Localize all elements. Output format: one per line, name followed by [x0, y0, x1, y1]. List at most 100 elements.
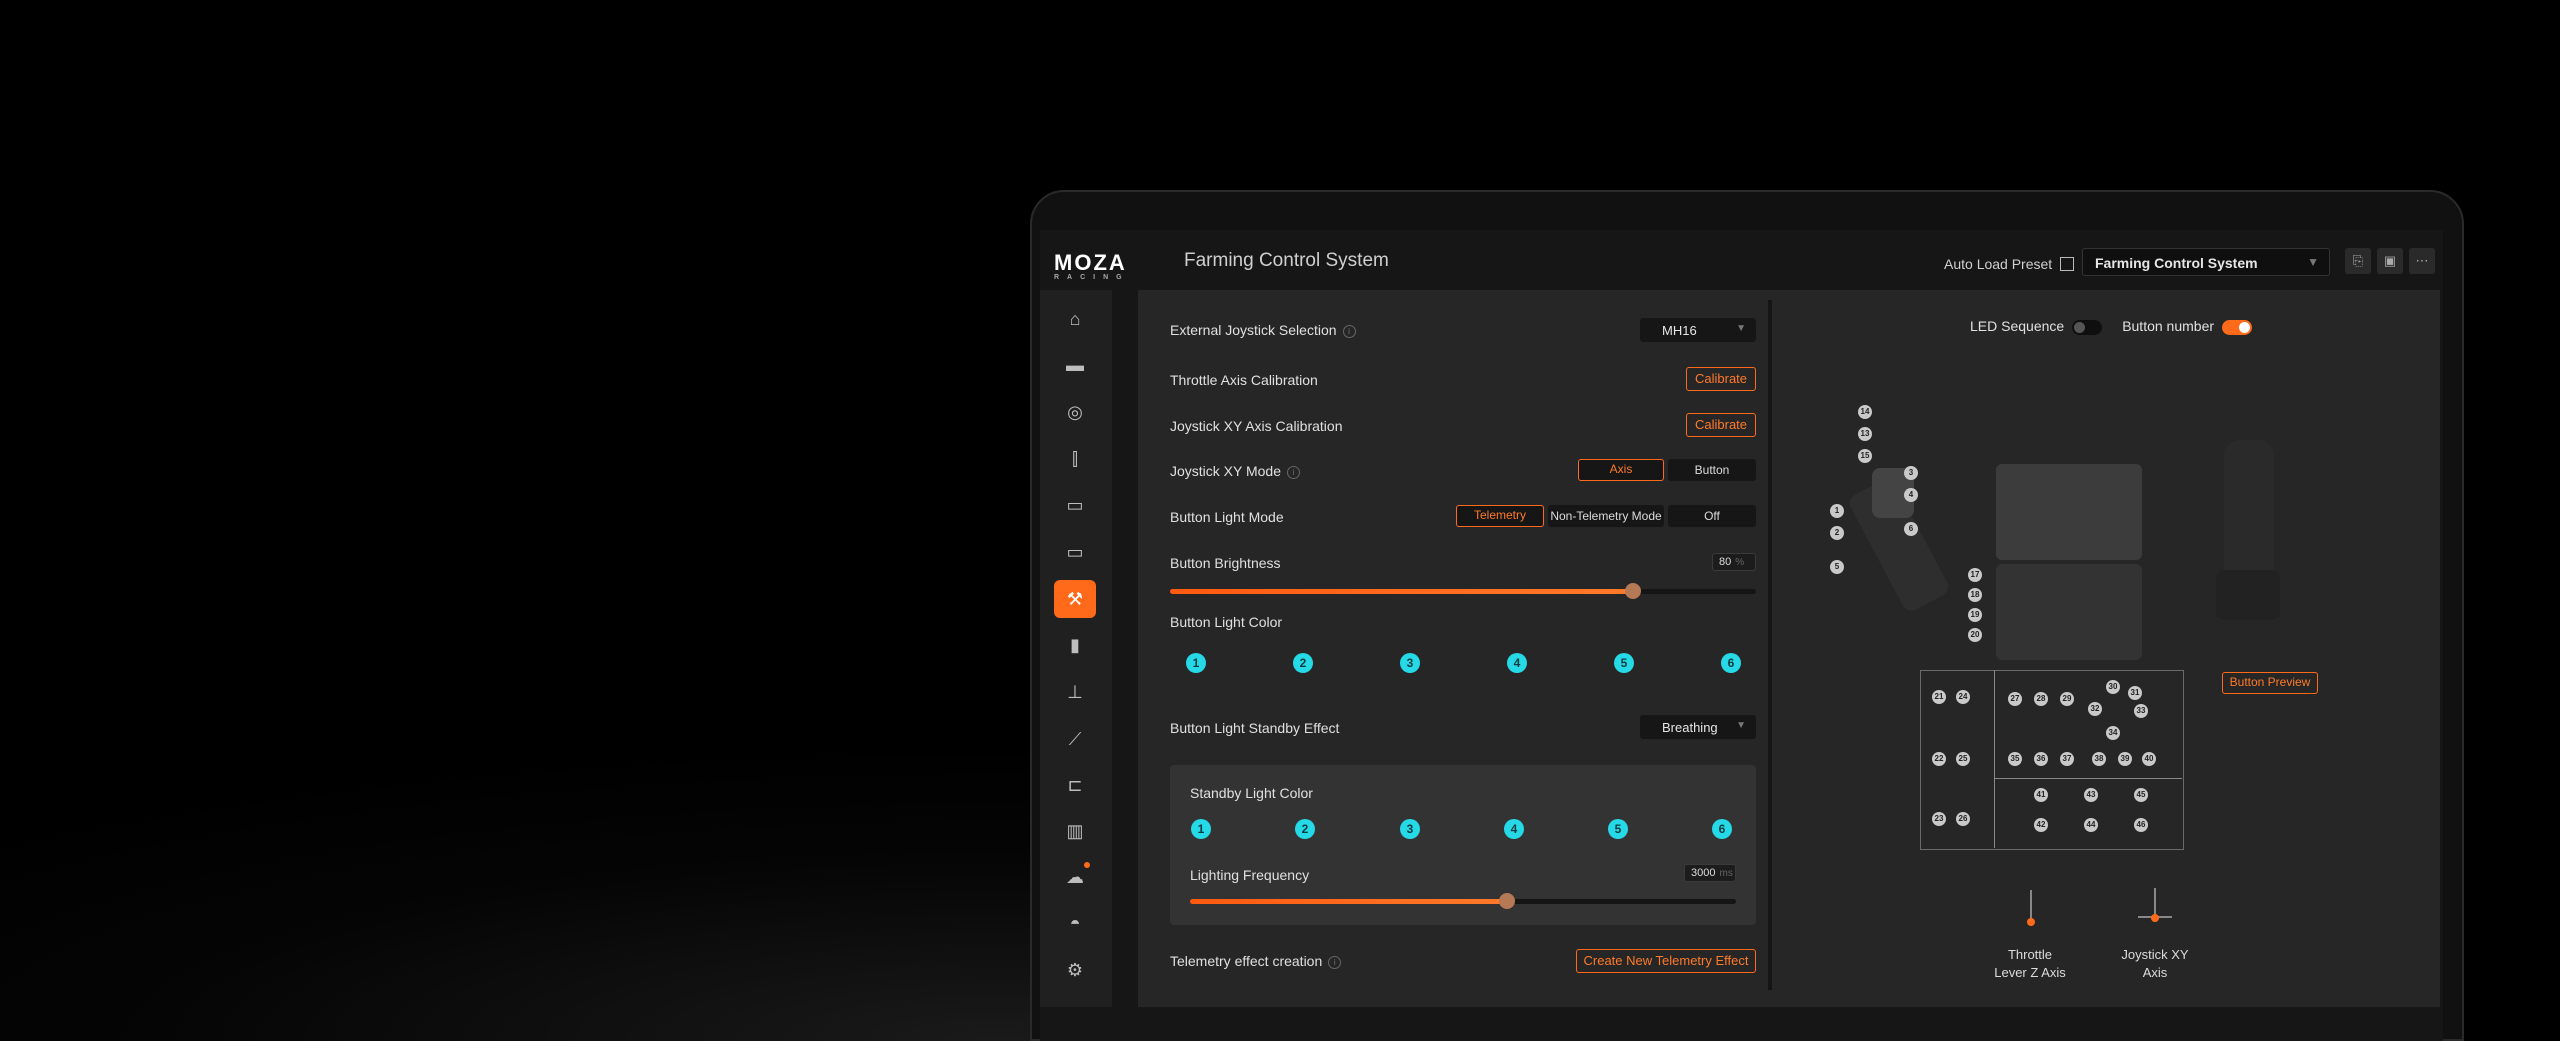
standby-effect-select[interactable]: Breathing ▼: [1640, 715, 1756, 739]
wheelbase-icon[interactable]: ▬: [1054, 346, 1096, 384]
led-sequence-toggle[interactable]: LED Sequence: [1970, 318, 2103, 335]
info-icon[interactable]: i: [1328, 955, 1342, 969]
light-color-dot[interactable]: 1: [1186, 653, 1206, 673]
brightness-slider[interactable]: [1170, 583, 1756, 599]
button-number-badge: 36: [2034, 752, 2048, 766]
standby-settings-box: Standby Light Color 1 2 3 4 5 6 Lighting…: [1170, 765, 1756, 925]
standby-color-dot[interactable]: 4: [1504, 819, 1524, 839]
button-number-badge: 21: [1932, 690, 1946, 704]
button-number-badge: 6: [1904, 522, 1918, 536]
button-number-badge: 34: [2106, 726, 2120, 740]
standby-color-label: Standby Light Color: [1190, 785, 1313, 801]
shifter-bar-icon[interactable]: ▭: [1054, 533, 1096, 571]
light-mode-off[interactable]: Off: [1668, 505, 1756, 527]
throttle-calibrate-button[interactable]: Calibrate: [1686, 367, 1756, 391]
cloud-icon[interactable]: ☁: [1054, 858, 1096, 896]
button-number-badge: 29: [2060, 692, 2074, 706]
dashboard-icon[interactable]: ▭: [1054, 486, 1096, 524]
button-number-badge: 37: [2060, 752, 2074, 766]
standby-color-dot[interactable]: 3: [1400, 819, 1420, 839]
grid-divider: [1994, 778, 2182, 779]
button-number-badge: 15: [1858, 449, 1872, 463]
button-number-badge: 19: [1968, 608, 1982, 622]
button-number-toggle[interactable]: Button number: [2122, 318, 2253, 335]
home-icon[interactable]: ⌂: [1054, 300, 1096, 338]
standby-color-dot[interactable]: 5: [1608, 819, 1628, 839]
button-number-badge: 26: [1956, 812, 1970, 826]
light-color-dot[interactable]: 6: [1721, 653, 1741, 673]
standby-color-dot[interactable]: 6: [1712, 819, 1732, 839]
frequency-input[interactable]: 3000 ms: [1684, 864, 1736, 882]
ext-joystick-row: External Joystick Selection i: [1170, 322, 1356, 338]
library-icon[interactable]: ▥: [1054, 812, 1096, 850]
xy-mode-axis[interactable]: Axis: [1578, 459, 1664, 481]
button-preview-button[interactable]: Button Preview: [2222, 672, 2318, 694]
frequency-slider[interactable]: [1190, 893, 1736, 909]
button-number-badge: 4: [1904, 488, 1918, 502]
auto-load-checkbox[interactable]: [2060, 257, 2075, 271]
auto-load-preset[interactable]: Auto Load Preset: [1944, 256, 2075, 272]
joystick-axis-indicator: [2151, 914, 2159, 922]
copy-icon[interactable]: ⎘: [2345, 248, 2371, 274]
frequency-slider-handle[interactable]: [1498, 893, 1515, 909]
standby-color-dot[interactable]: 2: [1295, 819, 1315, 839]
button-number-badge: 22: [1932, 752, 1946, 766]
button-number-badge: 28: [2034, 692, 2048, 706]
light-color-dot[interactable]: 4: [1507, 653, 1527, 673]
steering-wheel-icon[interactable]: ◎: [1054, 393, 1096, 431]
info-icon[interactable]: i: [1342, 324, 1356, 338]
button-number-badge: 23: [1932, 812, 1946, 826]
button-number-badge: 43: [2084, 788, 2098, 802]
chevron-down-icon: ▼: [1736, 323, 1746, 334]
stalk-icon[interactable]: ⊏: [1054, 766, 1096, 804]
button-number-badge: 35: [2008, 752, 2022, 766]
more-icon[interactable]: ⋯: [2409, 248, 2435, 274]
ext-joystick-select[interactable]: MH16 ▼: [1640, 318, 1756, 342]
brightness-input[interactable]: 80%: [1712, 553, 1756, 571]
light-mode-telemetry[interactable]: Telemetry: [1456, 505, 1544, 527]
helmet-icon[interactable]: ◓: [1054, 904, 1096, 942]
xy-mode-button[interactable]: Button: [1668, 459, 1756, 481]
light-color-dot[interactable]: 3: [1400, 653, 1420, 673]
light-mode-non-telemetry[interactable]: Non-Telemetry Mode: [1548, 505, 1664, 527]
xy-mode-row: Joystick XY Mode i: [1170, 463, 1301, 479]
light-color-dot[interactable]: 2: [1293, 653, 1313, 673]
main-content: External Joystick Selection i MH16 ▼ Throt…: [1138, 290, 2440, 1007]
button-number-badge: 27: [2008, 692, 2022, 706]
telemetry-row: Telemetry effect creation i: [1170, 953, 1342, 969]
joystick-base: [2216, 570, 2280, 620]
xy-calibrate-button[interactable]: Calibrate: [1686, 413, 1756, 437]
led-sequence-switch[interactable]: [2072, 319, 2103, 335]
settings-icon[interactable]: ⚙: [1054, 951, 1096, 989]
button-number-badge: 41: [2034, 788, 2048, 802]
brightness-label: Button Brightness: [1170, 555, 1281, 571]
handbrake-icon[interactable]: ▮: [1054, 626, 1096, 664]
brightness-slider-handle[interactable]: [1624, 583, 1641, 599]
standby-color-dot[interactable]: 1: [1191, 819, 1211, 839]
button-number-badge: 42: [2034, 818, 2048, 832]
button-number-badge: 44: [2084, 818, 2098, 832]
info-icon[interactable]: i: [1287, 465, 1301, 479]
button-number-badge: 32: [2088, 702, 2102, 716]
farming-icon[interactable]: ⚒: [1054, 580, 1096, 618]
preset-value: Farming Control System: [2095, 255, 2258, 271]
button-number-badge: 39: [2118, 752, 2132, 766]
button-number-badge: 20: [1968, 628, 1982, 642]
light-color-dot[interactable]: 5: [1614, 653, 1634, 673]
page-title: Farming Control System: [1184, 250, 1389, 271]
button-number-badge: 25: [1956, 752, 1970, 766]
chevron-down-icon: ▼: [2307, 255, 2319, 269]
button-number-switch[interactable]: [2222, 319, 2253, 335]
button-number-badge: 24: [1956, 690, 1970, 704]
throttle-cal-label: Throttle Axis Calibration: [1170, 372, 1318, 388]
pedals-icon[interactable]: ⫿: [1054, 440, 1096, 478]
preset-select[interactable]: Farming Control System ▼: [2082, 248, 2330, 276]
lever-icon[interactable]: ⟋: [1054, 720, 1096, 758]
shifter-icon[interactable]: ⊥: [1054, 673, 1096, 711]
create-telemetry-effect-button[interactable]: Create New Telemetry Effect: [1576, 949, 1756, 973]
preview-toggles: LED Sequence Button number: [1970, 318, 2253, 335]
button-number-badge: 17: [1968, 568, 1982, 582]
light-color-label: Button Light Color: [1170, 614, 1283, 630]
title-bar: MOZA RACING Farming Control System Auto L…: [1040, 230, 2443, 290]
save-icon[interactable]: ▣: [2377, 248, 2403, 274]
